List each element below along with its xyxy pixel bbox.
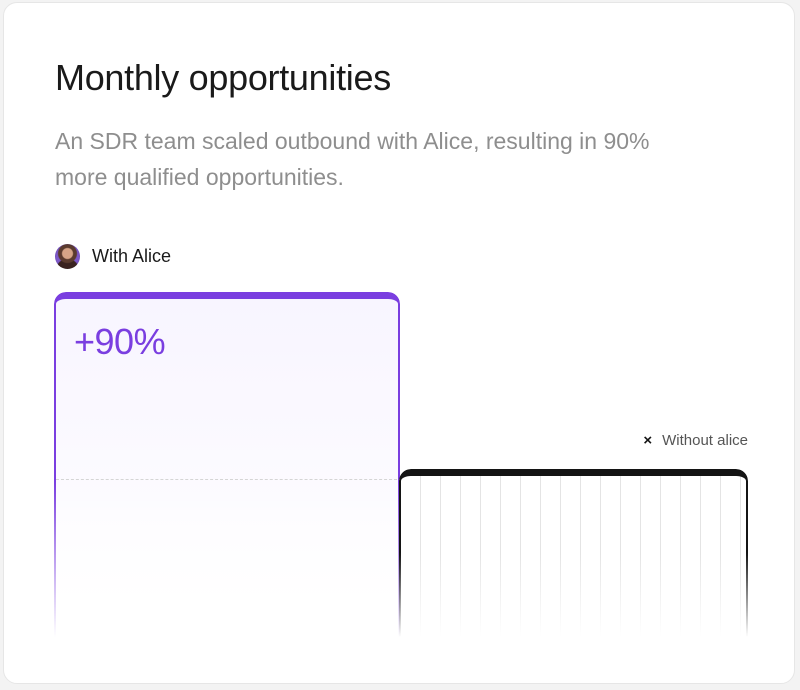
close-x-icon: × bbox=[643, 432, 653, 449]
legend-without-alice-label: Without alice bbox=[662, 432, 748, 449]
opportunities-card: Monthly opportunities An SDR team scaled… bbox=[3, 2, 795, 684]
legend-without-alice: × Without alice bbox=[643, 432, 748, 449]
baseline-reference-line bbox=[56, 479, 402, 480]
bar-chart: +90% × Without alice bbox=[4, 3, 794, 683]
bar-without-alice bbox=[399, 469, 748, 637]
bar-with-alice-annotation: +90% bbox=[74, 321, 166, 362]
